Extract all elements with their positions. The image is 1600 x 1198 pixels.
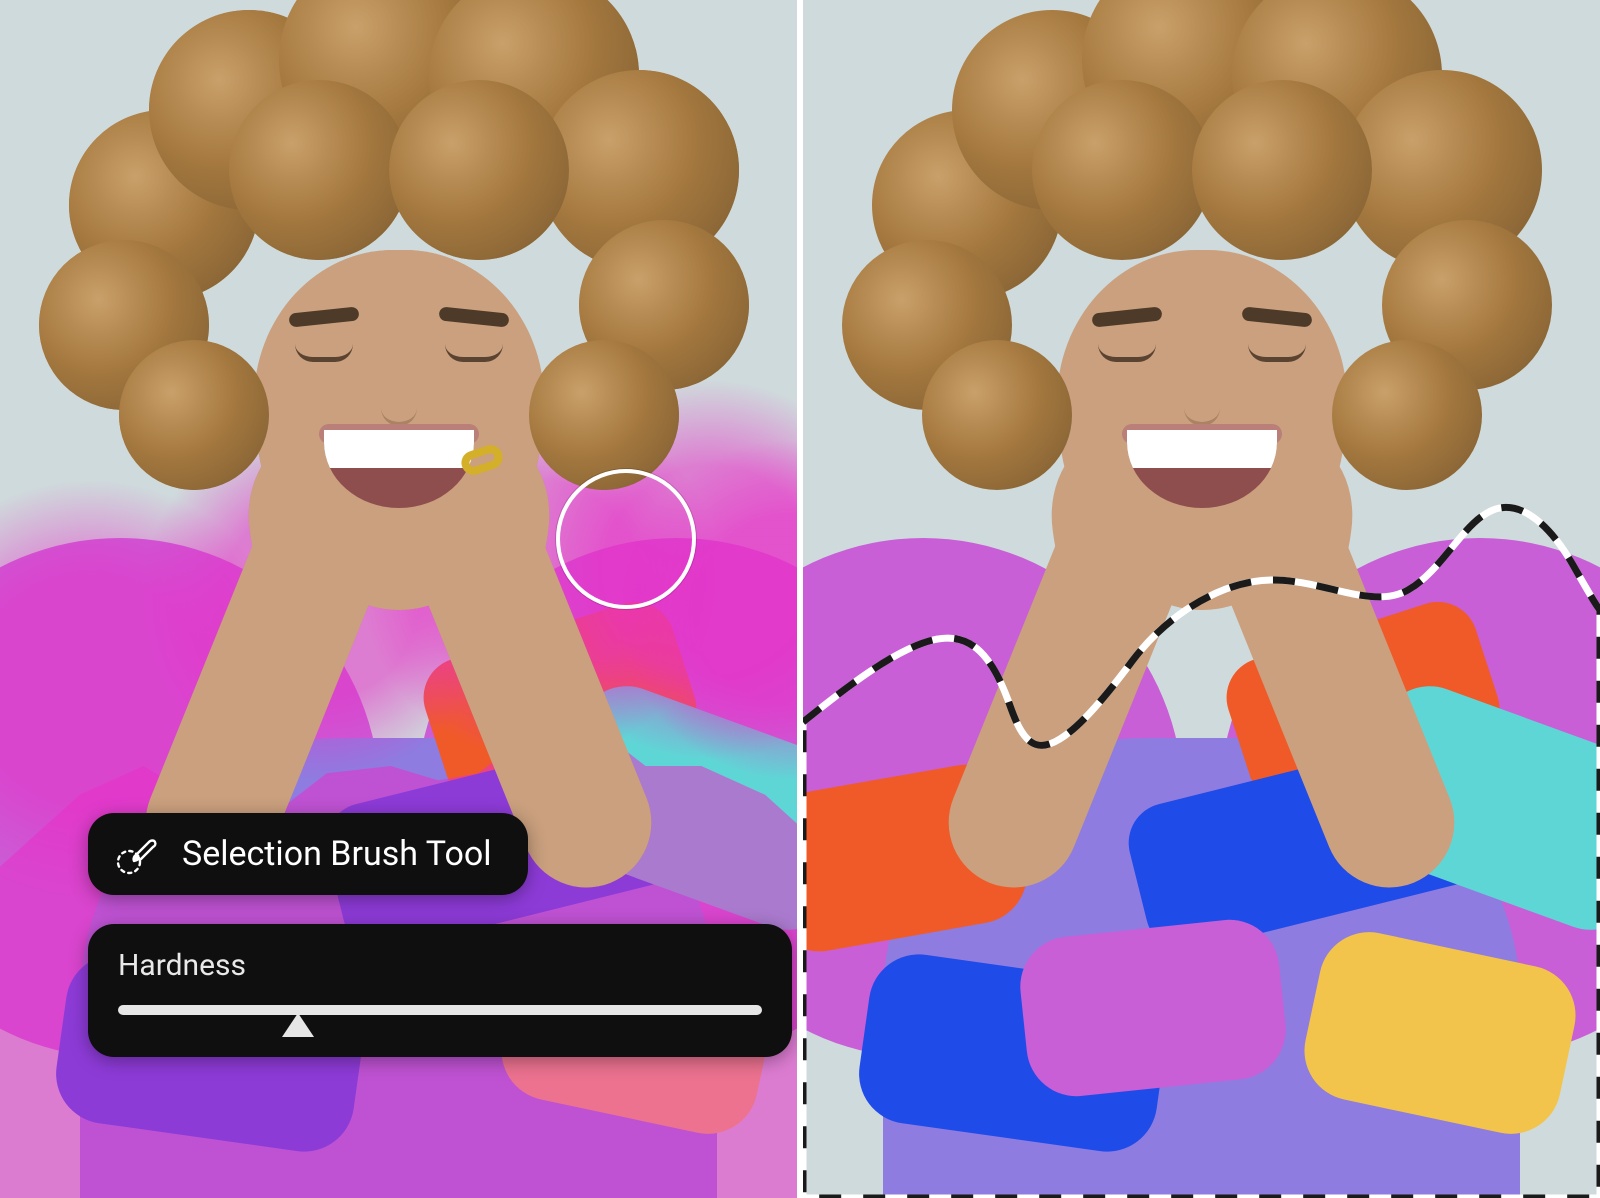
hardness-slider-track[interactable] [118,1005,762,1015]
left-pane: Selection Brush Tool Hardness [0,0,797,1198]
selection-brush-icon [114,831,160,877]
hardness-slider-panel: Hardness [88,924,792,1057]
tool-chip-label: Selection Brush Tool [182,834,492,874]
hardness-slider-thumb[interactable] [282,1013,314,1037]
selection-brush-tool-chip[interactable]: Selection Brush Tool [88,813,528,895]
hardness-label: Hardness [118,948,762,983]
selection-marquee [803,0,1600,1198]
comparison-stage: Selection Brush Tool Hardness [0,0,1600,1198]
right-pane [803,0,1600,1198]
brush-cursor-ring[interactable] [556,469,696,609]
